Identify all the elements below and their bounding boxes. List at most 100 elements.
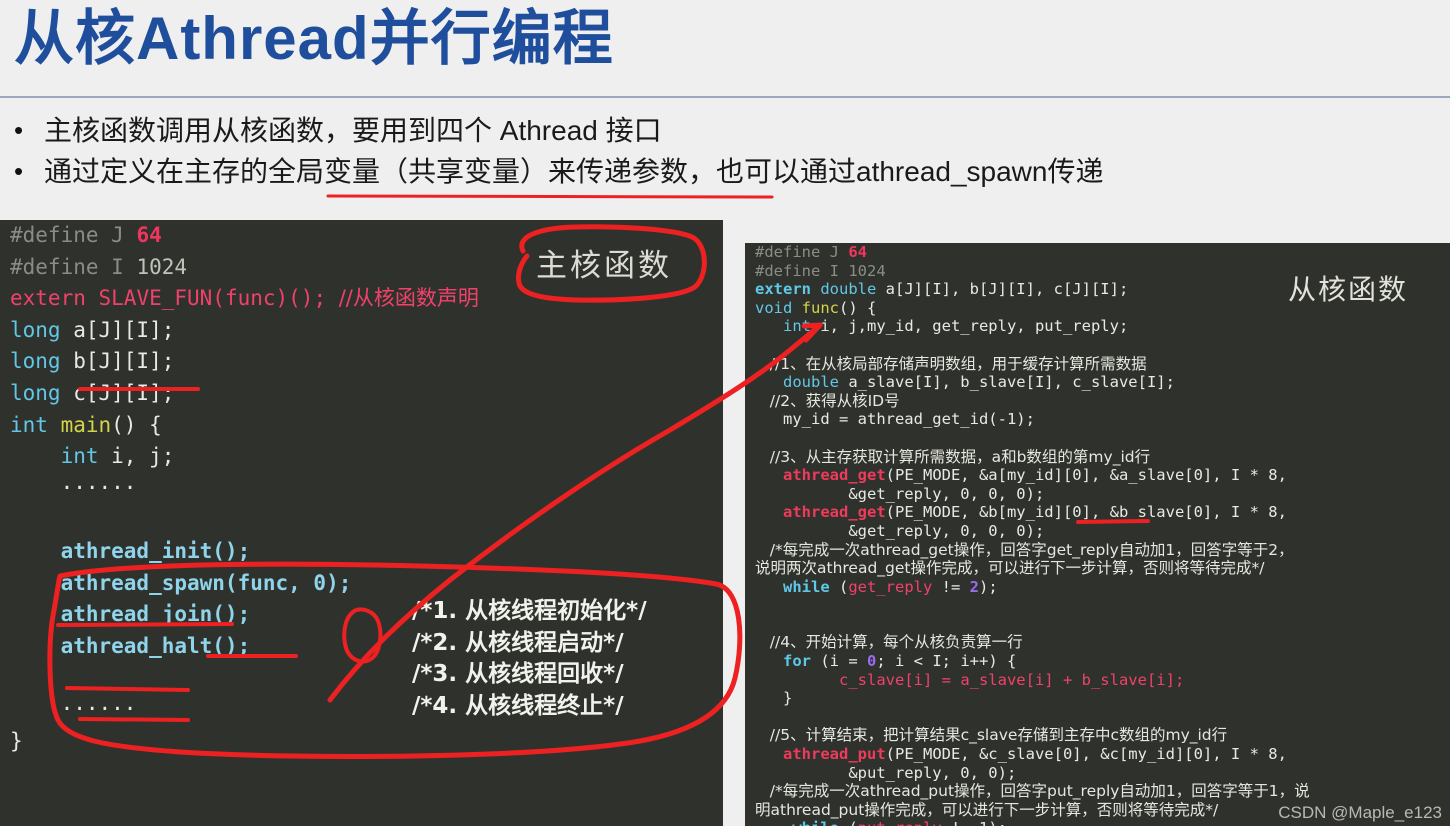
host-code-panel: #define J 64 #define I 1024 extern SLAVE_F… (0, 220, 723, 826)
code-token: int (10, 444, 112, 469)
code-token: #define (10, 223, 112, 247)
bullet-item-1: • 主核函数调用从核函数，要用到四个 Athread 接口 (14, 110, 1434, 151)
code-token: } (755, 689, 793, 708)
code-token: void (755, 298, 802, 317)
code-token: 说明两次athread_get操作完成，可以进行下一步计算，否则将等待完成*/ (755, 559, 1265, 578)
code-token: ; i < I; i++) { (876, 652, 1017, 671)
code-side-comment: /*1. 从核线程初始化*/ (412, 598, 647, 624)
code-token: () { (111, 412, 162, 437)
code-line: //1、在从核局部存储声明数组，用于缓存计算所需数据 (745, 355, 1450, 374)
code-token: ······ (10, 475, 137, 500)
slave-function-label: 从核函数 (1288, 273, 1409, 306)
ink-underline-bullet (326, 194, 774, 199)
code-token: //从核函数声明 (338, 286, 479, 311)
code-line: athread_spawn(func, 0); (0, 568, 723, 600)
code-token: &put_reply, 0, 0); (755, 763, 1017, 782)
code-token: main (60, 412, 112, 437)
code-token: //1、在从核局部存储声明数组，用于缓存计算所需数据 (755, 354, 1147, 373)
page-title: 从核Athread并行编程 (14, 5, 614, 72)
bullet-marker: • (14, 115, 24, 145)
code-token: my_id = athread_get_id(-1); (755, 410, 1035, 429)
code-line: for (i = 0; i < I; i++) { (745, 652, 1450, 671)
code-token: 64 (136, 223, 162, 247)
bullet-list: • 主核函数调用从核函数，要用到四个 Athread 接口 • 通过定义在主存的… (14, 110, 1434, 192)
code-token: athread_init(); (10, 538, 251, 563)
watermark: CSDN @Maple_e123 (1278, 803, 1442, 822)
code-token: while (755, 577, 839, 596)
code-token: long (10, 380, 74, 405)
code-line: long b[J][I]; (0, 346, 723, 378)
code-token: c_slave[i] = a_slave[i] + b_slave[i]; (839, 670, 1185, 689)
code-side-comment: /*3. 从核线程回收*/ (412, 661, 624, 688)
code-token: () { (839, 298, 877, 317)
code-token: (PE_MODE, &c_slave[0], &c[my_id][0], I *… (885, 745, 1287, 764)
code-token: (i = (820, 652, 867, 671)
code-token: athread_spawn(func, 0); (10, 570, 352, 595)
code-token: b[J][I]; (73, 349, 175, 374)
code-token: double (820, 280, 886, 299)
code-side-comment: /*4. 从核线程终止*/ (412, 692, 624, 719)
code-side-comment: /*2. 从核线程启动*/ (412, 629, 624, 656)
code-token: (PE_MODE, &a[my_id][0], &a_slave[0], I *… (885, 466, 1287, 485)
code-token: //4、开始计算，每个从核负责算一行 (755, 633, 1023, 652)
code-token: a_slave[I], b_slave[I], c_slave[I]; (848, 373, 1175, 392)
code-line: } (0, 726, 723, 758)
bullet-text: 主核函数调用从核函数，要用到四个 Athread 接口 (44, 115, 662, 146)
code-token: int (10, 412, 61, 437)
code-line: int i, j,my_id, get_reply, put_reply; (745, 317, 1450, 336)
code-line: /*每完成一次athread_get操作，回答字get_reply自动加1，回答… (745, 541, 1450, 560)
code-token: long (10, 349, 74, 374)
code-line: &get_reply, 0, 0, 0); (745, 522, 1450, 541)
slave-code-panel: #define J 64 #define I 1024 extern double … (745, 243, 1450, 826)
code-token: i, j; (111, 444, 175, 469)
code-line: c_slave[i] = a_slave[i] + b_slave[i]; (745, 671, 1450, 690)
code-token: put_reply (858, 819, 951, 826)
code-token: //2、获得从核ID号 (755, 391, 900, 410)
code-token: ( (839, 577, 849, 596)
code-token: while (755, 819, 848, 826)
slide-canvas: 从核Athread并行编程 • 主核函数调用从核函数，要用到四个 Athread… (0, 0, 1450, 826)
code-token: 2 (969, 577, 980, 596)
code-token: double (755, 373, 849, 392)
code-token: (PE_MODE, &b[my_id][0], &b_slave[0], I *… (885, 503, 1287, 522)
code-token: /*每完成一次athread_get操作，回答字get_reply自动加1，回答… (755, 540, 1294, 559)
code-line: int main() { (0, 410, 723, 442)
code-line: athread_get(PE_MODE, &b[my_id][0], &b_sl… (745, 503, 1450, 522)
code-line: 说明两次athread_get操作完成，可以进行下一步计算，否则将等待完成*/ (745, 559, 1450, 578)
code-line: long a[J][I]; (0, 315, 723, 347)
code-token: athread_halt(); (10, 633, 251, 658)
code-line: athread_get(PE_MODE, &a[my_id][0], &a_sl… (745, 466, 1450, 485)
code-token: 1024 (136, 254, 188, 279)
code-line: ······ (0, 473, 723, 505)
code-token: for (755, 652, 821, 671)
code-token: extern (755, 280, 821, 299)
code-token: } (10, 728, 23, 753)
code-token: ); (979, 577, 998, 596)
code-token: c[J][I]; (73, 380, 175, 405)
code-token: extern (10, 286, 99, 311)
code-line: int i, j; (0, 441, 723, 473)
code-token: long (10, 317, 74, 342)
code-line: } (745, 689, 1450, 708)
code-token: a[J][I], b[J][I], c[J][I]; (885, 280, 1129, 299)
host-function-label: 主核函数 (536, 248, 672, 284)
code-token: //3、从主存获取计算所需数据，a和b数组的第my_id行 (755, 447, 1151, 466)
code-line: &put_reply, 0, 0); (745, 764, 1450, 783)
code-line: athread_put(PE_MODE, &c_slave[0], &c[my_… (745, 745, 1450, 764)
code-token: i, j,my_id, get_reply, put_reply; (820, 317, 1129, 336)
code-token: //5、计算结束，把计算结果c_slave存储到主存中c数组的my_id行 (755, 726, 1228, 745)
code-token: athread_get (755, 503, 886, 522)
code-token: J (111, 223, 137, 247)
code-token: a[J][I]; (73, 317, 175, 342)
code-token: 明athread_put操作完成，可以进行下一步计算，否则将等待完成*/ (755, 800, 1219, 819)
code-token: I (111, 254, 137, 279)
code-line: /*每完成一次athread_put操作，回答字put_reply自动加1，回答… (745, 782, 1450, 801)
bullet-marker: • (14, 156, 24, 186)
